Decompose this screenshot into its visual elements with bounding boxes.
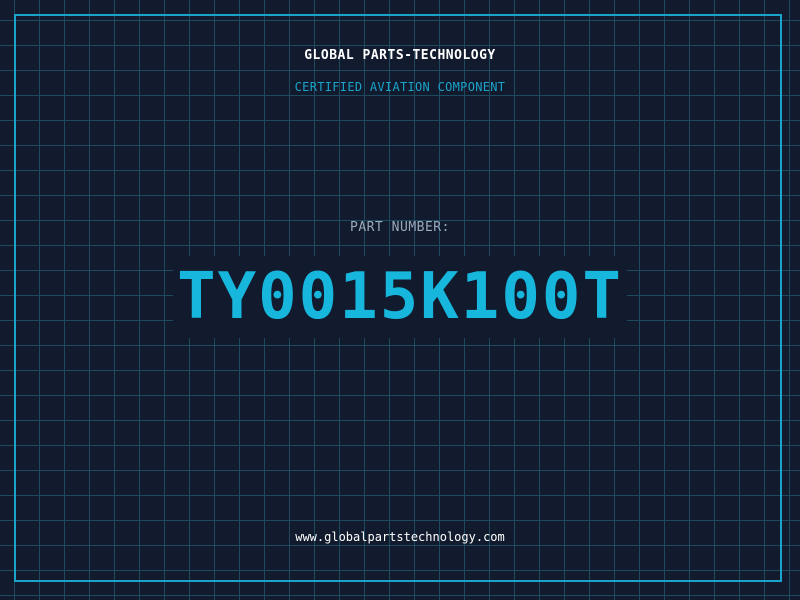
company-name: GLOBAL PARTS-TECHNOLOGY <box>304 48 496 63</box>
certificate-canvas: GLOBAL PARTS-TECHNOLOGY CERTIFIED AVIATI… <box>0 0 800 600</box>
part-number-container: TY0015K100T <box>0 256 800 338</box>
part-number-value: TY0015K100T <box>173 256 627 338</box>
certification-subtitle: CERTIFIED AVIATION COMPONENT <box>294 80 506 94</box>
part-number-label: PART NUMBER: <box>350 220 450 235</box>
website-url: www.globalpartstechnology.com <box>295 530 505 544</box>
